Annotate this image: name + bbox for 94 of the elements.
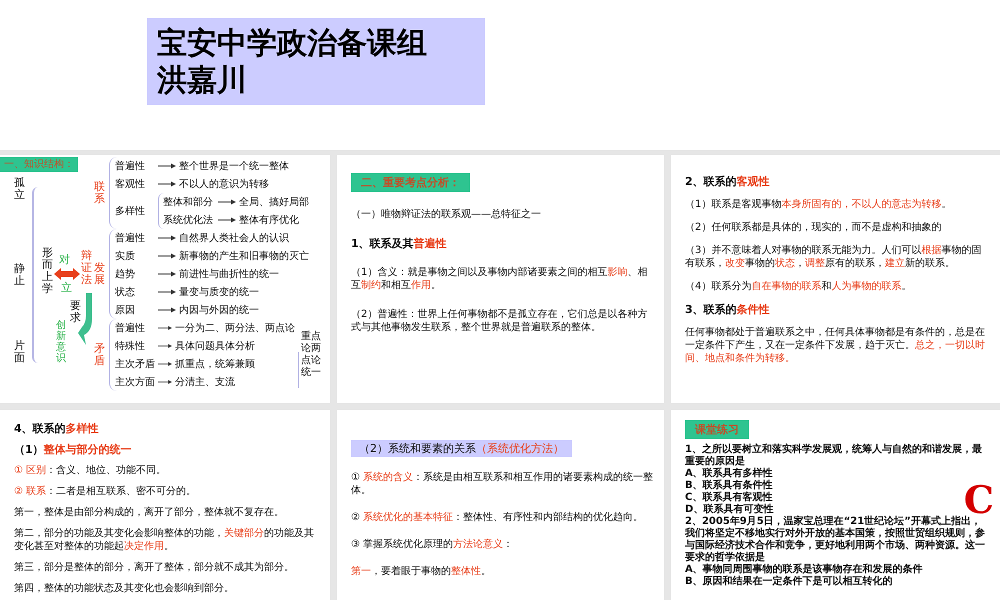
node-label: 前进性与曲折性的统一 bbox=[179, 268, 279, 280]
branch-label: 联系 bbox=[94, 180, 105, 206]
node-label: 原因 bbox=[115, 304, 136, 316]
paragraph: （1）联系是客观事物本身所固有的，不以人的意志为转移。 bbox=[685, 198, 952, 211]
arrow-icon bbox=[158, 181, 176, 187]
section-banner: （2）系统和要素的关系（系统优化方法） bbox=[351, 440, 572, 457]
question-text: 1、之所以要树立和落实科学发展观，统筹人与自然的和谐发展，最重要的原因是 bbox=[685, 444, 983, 468]
section-heading: 1、联系及其普遍性 bbox=[351, 237, 448, 250]
answer-option: A、事物同周围事物的联系是该事物存在和发展的条件 bbox=[685, 564, 990, 576]
paragraph: ② 系统优化的基本特征：整体性、有序性和内部结构的优化趋向。 bbox=[351, 511, 644, 524]
title-text: 洪嘉川 bbox=[157, 62, 248, 98]
concept-label: 静止 bbox=[14, 263, 25, 288]
node-label: 趋势 bbox=[115, 268, 136, 280]
concept-label: 片面 bbox=[14, 340, 25, 364]
arrow-icon bbox=[218, 217, 236, 223]
concept-label: 孤立 bbox=[14, 177, 25, 202]
paragraph: ③ 掌握系统优化原理的方法论意义： bbox=[351, 538, 514, 551]
section-tag: 二、重要考点分析： bbox=[351, 173, 470, 192]
paragraph: 任何事物都处于普遍联系之中，任何具体事物都是有条件的，总是在一定条件下产生，又在一定条件下发展，趋于灭亡。总之，一切以时间、地点和条件为转移。 bbox=[685, 326, 986, 365]
note-label: 重点论两点论统一 bbox=[301, 331, 321, 379]
paragraph: 第四，整体的功能状态及其变化也会影响到部分。 bbox=[14, 582, 235, 595]
node-label: 量变与质变的统一 bbox=[179, 286, 259, 298]
arrow-icon bbox=[158, 271, 176, 277]
section-heading: 4、联系的多样性 bbox=[14, 422, 100, 435]
arrow-icon bbox=[158, 343, 172, 349]
paragraph: （1）含义：就是事物之间以及事物内部诸要素之间的相互影响、相互制约和相互作用。 bbox=[351, 266, 648, 292]
concept-label: 辩证法 bbox=[81, 250, 92, 286]
node-label: 实质 bbox=[115, 250, 136, 262]
arrow-icon bbox=[158, 289, 176, 295]
branch-label: 矛盾 bbox=[94, 342, 105, 368]
paragraph: 第二，部分的功能及其变化会影响整体的功能，关键部分的功能及其变化甚至对整体的功能起决定作用。 bbox=[14, 527, 315, 553]
node-label: 普遍性 bbox=[115, 160, 146, 172]
arrow-icon bbox=[158, 325, 172, 331]
paragraph: （2）任何联系都是具体的，现实的，而不是虚构和抽象的 bbox=[685, 221, 942, 234]
arrow-icon bbox=[158, 307, 176, 313]
paragraph: （一）唯物辩证法的联系观——总特征之一 bbox=[351, 208, 542, 221]
slide-thumbnail[interactable]: 二、重要考点分析： （一）唯物辩证法的联系观——总特征之一 1、联系及其普遍性 （1）含义：就是事物之间以及事物内部诸要素之间的相互影响、相互制约和相互作用。 （2）普遍性：世界上任何事物都不是孤立存在，它们总是以各种方式与其他事物发生联系，整个世界就是普遍联系的整体。 bbox=[337, 155, 664, 403]
node-label: 不以人的意识为转移 bbox=[179, 178, 269, 190]
node-label: 自然界人类社会人的认识 bbox=[179, 232, 289, 244]
title-text: 宝安中学政治备课组 bbox=[157, 24, 428, 62]
node-label: 整体有序优化 bbox=[239, 214, 299, 226]
node-label: 全局、搞好局部 bbox=[239, 196, 309, 208]
paragraph: （3）并不意味着人对事物的联系无能为力。人们可以根据事物的固有联系，改变事物的状态，调整原有的联系，建立新的联系。 bbox=[685, 244, 982, 270]
node-label: 主次方面 bbox=[115, 376, 155, 388]
node-label: 多样性 bbox=[115, 206, 146, 216]
paragraph: 第一，整体是由部分构成的，离开了部分，整体就不复存在。 bbox=[14, 506, 285, 519]
paragraph: 第一，要着眼于事物的整体性。 bbox=[351, 565, 492, 578]
concept-label: 形而上学 bbox=[42, 247, 53, 296]
bracket-line bbox=[295, 352, 299, 388]
node-label: 分清主、支流 bbox=[175, 376, 235, 388]
node-label: 抓重点，统筹兼顾 bbox=[175, 358, 255, 370]
section-heading: 2、联系的客观性 bbox=[685, 175, 771, 188]
node-label: 状态 bbox=[115, 286, 136, 298]
branch-label: 发展 bbox=[94, 262, 105, 286]
node-label: 整体和部分 bbox=[163, 196, 214, 208]
paragraph: （2）普遍性：世界上任何事物都不是孤立存在，它们总是以各种方式与其他事物发生联系，整个世界就是普遍联系的整体。 bbox=[351, 308, 648, 334]
node-label: 内因与外因的统一 bbox=[179, 304, 259, 316]
section-heading: 3、联系的条件性 bbox=[685, 303, 771, 316]
concept-label: 创新意识 bbox=[56, 320, 66, 364]
node-label: 特殊性 bbox=[115, 340, 146, 352]
arrow-icon bbox=[158, 163, 176, 169]
section-heading: （1）整体与部分的统一 bbox=[14, 443, 133, 456]
section-tag: 课堂练习 bbox=[685, 420, 749, 439]
concept-label: 对 bbox=[59, 254, 70, 266]
answer-option: A、联系具有多样性 bbox=[685, 468, 990, 480]
slide-thumbnail[interactable] bbox=[671, 410, 1000, 600]
slide-thumbnail[interactable]: 4、联系的多样性 （1）整体与部分的统一 ① 区别：含义、地位、功能不同。 ② 联系：二者是相互联系、密不可分的。 第一，整体是由部分构成的，离开了部分，整体就不复存在。 第二，部分的功能及其变化会影响整体的功能，关键部分的功能及其变化甚至对整体的功能起决定作用。 第三，部分是整体的部分，离开了整体，部分就不成其为部分。 第四，整体的功能状态及其变化也会影响到部分。 bbox=[0, 410, 330, 600]
paragraph: ② 联系：二者是相互联系、密不可分的。 bbox=[14, 485, 198, 498]
slide-thumbnail[interactable] bbox=[0, 155, 330, 403]
slide-thumbnail[interactable]: （2）系统和要素的关系（系统优化方法） ① 系统的含义：系统是由相互联系和相互作用的诸要素构成的统一整体。 ② 系统优化的基本特征：整体性、有序性和内部结构的优化趋向。 ③ 掌握系统优化原理的方法论意义： 第一，要着眼于事物的整体性。 bbox=[337, 410, 664, 600]
arrow-icon bbox=[158, 235, 176, 241]
node-label: 系统优化法 bbox=[163, 214, 214, 226]
paragraph: 第三，部分是整体的部分，离开了整体，部分就不成其为部分。 bbox=[14, 561, 295, 574]
node-label: 客观性 bbox=[115, 178, 146, 190]
node-label: 普遍性 bbox=[115, 322, 146, 334]
node-label: 一分为二、两分法、两点论 bbox=[175, 322, 295, 334]
slide-thumbnail[interactable] bbox=[671, 155, 1000, 403]
paragraph: （4）联系分为自在事物的联系和人为事物的联系。 bbox=[685, 280, 912, 293]
node-label: 整个世界是一个统一整体 bbox=[179, 160, 289, 172]
arrow-icon bbox=[158, 379, 172, 385]
node-label: 主次矛盾 bbox=[115, 358, 155, 370]
node-label: 新事物的产生和旧事物的灭亡 bbox=[179, 250, 309, 262]
concept-label: 要求 bbox=[70, 300, 81, 324]
arrow-icon bbox=[218, 199, 236, 205]
section-tag: 一、知识结构： bbox=[0, 157, 78, 172]
concept-label: 立 bbox=[61, 282, 72, 294]
paragraph: ① 系统的含义：系统是由相互联系和相互作用的诸要素构成的统一整体。 bbox=[351, 471, 654, 497]
node-label: 具体问题具体分析 bbox=[175, 340, 255, 352]
paragraph: ① 区别：含义、地位、功能不同。 bbox=[14, 464, 168, 477]
answer-option: B、原因和结果在一定条件下是可以相互转化的 bbox=[685, 576, 990, 588]
arrow-icon bbox=[158, 253, 176, 259]
node-label: 普遍性 bbox=[115, 232, 146, 244]
double-arrow-icon bbox=[54, 268, 80, 280]
arrow-icon bbox=[158, 361, 172, 367]
